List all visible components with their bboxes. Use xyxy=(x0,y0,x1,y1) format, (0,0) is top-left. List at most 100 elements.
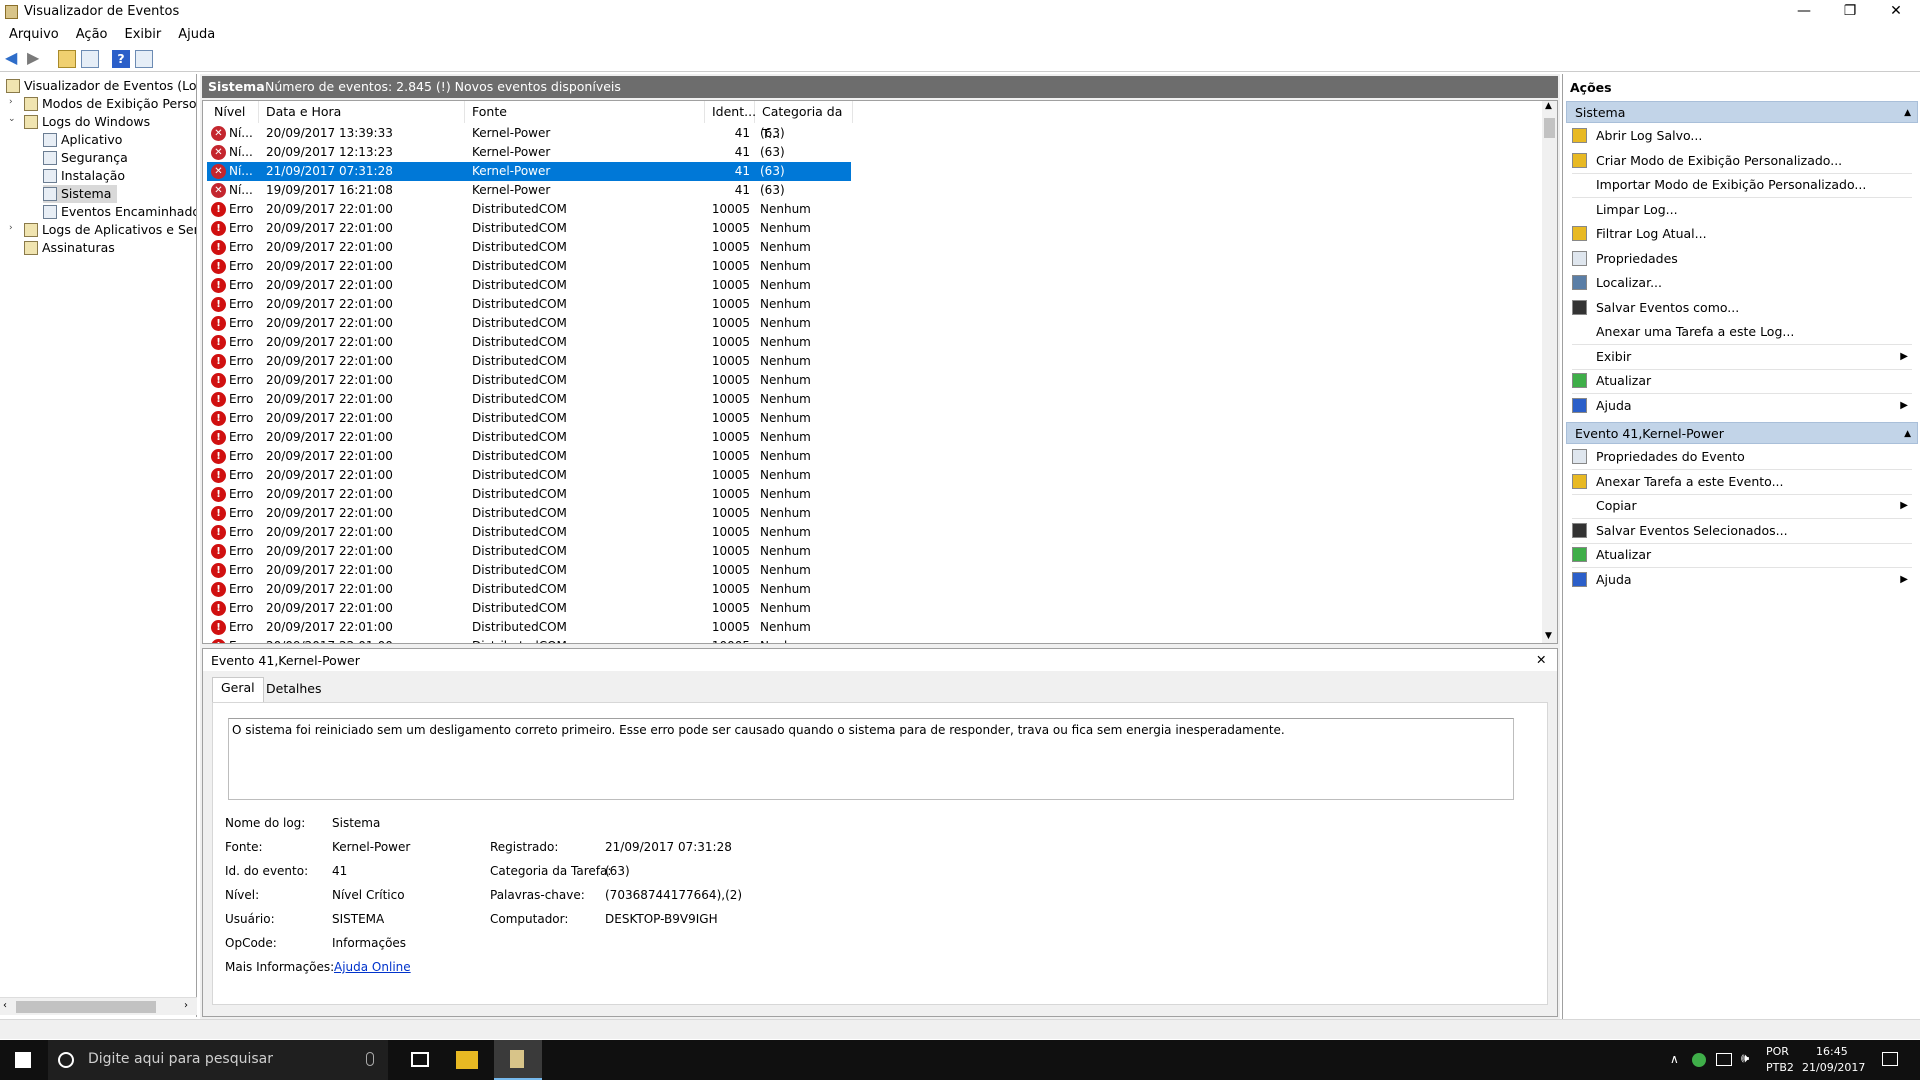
action-propriedades-do-evento[interactable]: Propriedades do Evento xyxy=(1572,446,1912,468)
computer-value[interactable]: DESKTOP-B9V9IGH xyxy=(605,912,718,926)
event-message-box[interactable]: O sistema foi reiniciado sem um desligam… xyxy=(228,718,1514,800)
keywords-value[interactable]: (70368744177664),(2) xyxy=(605,888,742,902)
tree-windows-logs[interactable]: Logs do Windows xyxy=(24,113,150,131)
tree-log-aplicativo[interactable]: Aplicativo xyxy=(43,131,122,149)
clock-date[interactable]: 21/09/2017 xyxy=(1802,1061,1865,1074)
tree-forwarded-events[interactable]: Eventos Encaminhados xyxy=(43,203,196,221)
event-row[interactable]: !Erro 20/09/2017 22:01:00 DistributedCOM 10… xyxy=(203,200,1543,219)
online-help-link[interactable]: Ajuda Online xyxy=(334,960,411,974)
scroll-up-icon[interactable]: ▲ xyxy=(1545,101,1552,111)
event-row[interactable]: !Erro 20/09/2017 22:01:00 DistributedCOM 10… xyxy=(203,371,1543,390)
task-category-value[interactable]: (63) xyxy=(605,864,630,878)
event-row[interactable]: !Erro 20/09/2017 22:01:00 DistributedCOM 10… xyxy=(203,485,1543,504)
network-icon[interactable] xyxy=(1716,1053,1732,1066)
detail-close-icon[interactable]: ✕ xyxy=(1536,652,1546,667)
column-header-level[interactable]: Nível xyxy=(207,101,259,123)
event-row[interactable]: !Erro 20/09/2017 22:01:00 DistributedCOM 10… xyxy=(203,523,1543,542)
scroll-left-icon[interactable]: ‹ xyxy=(3,1000,7,1011)
action-exibir[interactable]: Exibir ▶ xyxy=(1572,346,1912,368)
event-row[interactable]: !Erro 20/09/2017 22:01:00 DistributedCOM 10… xyxy=(203,466,1543,485)
event-row[interactable]: !Erro 20/09/2017 22:01:00 DistributedCOM 10… xyxy=(203,580,1543,599)
event-row[interactable]: !Erro 20/09/2017 22:01:00 DistributedCOM 10… xyxy=(203,618,1543,637)
column-header-source[interactable]: Fonte xyxy=(465,101,705,123)
action-limpar-log[interactable]: Limpar Log... xyxy=(1572,199,1912,221)
scroll-right-icon[interactable]: › xyxy=(184,1000,188,1011)
actions-section-sistema[interactable]: Sistema ▲ xyxy=(1566,101,1918,123)
clock-time[interactable]: 16:45 xyxy=(1816,1045,1848,1058)
tree-subscriptions[interactable]: Assinaturas xyxy=(24,239,115,257)
taskbar-search-box[interactable]: Digite aqui para pesquisar xyxy=(48,1040,388,1080)
logged-value[interactable]: 21/09/2017 07:31:28 xyxy=(605,840,732,854)
help-icon[interactable]: ? xyxy=(112,50,130,68)
action-salvar-eventos-como[interactable]: Salvar Eventos como... xyxy=(1572,297,1912,319)
event-viewer-taskbar-button[interactable] xyxy=(494,1040,542,1080)
collapse-section-icon[interactable]: ▲ xyxy=(1904,423,1911,445)
maximize-button[interactable]: ❐ xyxy=(1827,0,1873,24)
action-center-icon[interactable] xyxy=(1882,1052,1898,1066)
event-row[interactable]: ✕ Ní... 20/09/2017 12:13:23 Kernel-Power 41 (… xyxy=(203,143,1543,162)
close-button[interactable]: ✕ xyxy=(1873,0,1919,24)
keyboard-layout[interactable]: PTB2 xyxy=(1766,1061,1794,1074)
menu-arquivo[interactable]: Arquivo xyxy=(0,24,67,42)
action-ajuda[interactable]: Ajuda ▶ xyxy=(1572,569,1912,591)
event-row[interactable]: !Erro 20/09/2017 22:01:00 DistributedCOM 10… xyxy=(203,276,1543,295)
expand-arrow-icon[interactable]: › xyxy=(9,223,13,233)
level-value[interactable]: Nível Crítico xyxy=(332,888,405,902)
tree-log-instalacao[interactable]: Instalação xyxy=(43,167,125,185)
events-vertical-scrollbar[interactable]: ▲ ▼ xyxy=(1542,101,1557,643)
event-row[interactable]: !Erro 20/09/2017 22:01:00 DistributedCOM 10… xyxy=(203,295,1543,314)
action-localizar[interactable]: Localizar... xyxy=(1572,272,1912,294)
language-code[interactable]: POR xyxy=(1766,1045,1789,1058)
action-propriedades[interactable]: Propriedades xyxy=(1572,248,1912,270)
action-filtrar-log-atual[interactable]: Filtrar Log Atual... xyxy=(1572,223,1912,245)
events-scroll-thumb[interactable] xyxy=(1544,118,1555,138)
action-anexar-uma-tarefa-a-este-log[interactable]: Anexar uma Tarefa a este Log... xyxy=(1572,321,1912,343)
event-row[interactable]: !Erro 20/09/2017 22:01:00 DistributedCOM 10… xyxy=(203,599,1543,618)
tab-geral[interactable]: Geral xyxy=(212,677,264,702)
action-anexar-tarefa-a-este-evento[interactable]: Anexar Tarefa a este Evento... xyxy=(1572,471,1912,493)
tree-app-services-logs[interactable]: Logs de Aplicativos e Serviço xyxy=(24,221,196,239)
expand-arrow-icon[interactable]: › xyxy=(9,97,13,107)
tree-root[interactable]: Visualizador de Eventos (Local) xyxy=(6,77,196,95)
event-id-value[interactable]: 41 xyxy=(332,864,347,878)
tree-scroll-thumb[interactable] xyxy=(16,1001,156,1013)
file-explorer-icon[interactable] xyxy=(456,1051,478,1069)
tree-log-sistema[interactable]: Sistema xyxy=(43,185,118,203)
forward-arrow-icon[interactable]: ▶ xyxy=(27,50,45,68)
menu-exibir[interactable]: Exibir xyxy=(116,24,170,42)
event-row[interactable]: ✕ Ní... 21/09/2017 07:31:28 Kernel-Power 41 (… xyxy=(203,162,1543,181)
menu-acao[interactable]: Ação xyxy=(67,24,116,42)
collapse-arrow-icon[interactable]: ⌄ xyxy=(8,114,16,124)
event-row[interactable]: !Erro 20/09/2017 22:01:00 DistributedCOM 10… xyxy=(203,561,1543,580)
action-salvar-eventos-selecionados[interactable]: Salvar Eventos Selecionados... xyxy=(1572,520,1912,542)
action-pane-icon[interactable] xyxy=(135,50,153,68)
back-arrow-icon[interactable]: ◀ xyxy=(5,50,23,68)
task-view-icon[interactable] xyxy=(411,1052,429,1067)
console-tree-icon[interactable] xyxy=(81,50,99,68)
tab-detalhes[interactable]: Detalhes xyxy=(258,679,329,701)
event-row[interactable]: !Erro 20/09/2017 22:01:00 DistributedCOM 10… xyxy=(203,333,1543,352)
user-value[interactable]: SISTEMA xyxy=(332,912,384,926)
event-row[interactable]: !Erro 20/09/2017 22:01:00 DistributedCOM 10… xyxy=(203,352,1543,371)
action-abrir-log-salvo[interactable]: Abrir Log Salvo... xyxy=(1572,125,1912,147)
action-atualizar[interactable]: Atualizar xyxy=(1572,544,1912,566)
action-importar-modo-de-exibi-o-personalizado[interactable]: Importar Modo de Exibição Personalizado.… xyxy=(1572,174,1912,196)
log-name-value[interactable]: Sistema xyxy=(332,816,380,830)
event-row[interactable]: !Erro 20/09/2017 22:01:00 DistributedCOM 10… xyxy=(203,504,1543,523)
tray-app-icon[interactable] xyxy=(1692,1053,1706,1067)
column-header-date[interactable]: Data e Hora xyxy=(259,101,465,123)
event-row[interactable]: !Erro 20/09/2017 22:01:00 DistributedCOM 10… xyxy=(203,238,1543,257)
minimize-button[interactable]: — xyxy=(1781,0,1827,24)
action-ajuda[interactable]: Ajuda ▶ xyxy=(1572,395,1912,417)
action-atualizar[interactable]: Atualizar xyxy=(1572,370,1912,392)
scroll-down-icon[interactable]: ▼ xyxy=(1545,631,1552,641)
collapse-section-icon[interactable]: ▲ xyxy=(1904,102,1911,124)
event-row[interactable]: !Erro 20/09/2017 22:01:00 DistributedCOM 10… xyxy=(203,314,1543,333)
action-copiar[interactable]: Copiar ▶ xyxy=(1572,495,1912,517)
actions-section-event[interactable]: Evento 41,Kernel-Power ▲ xyxy=(1566,422,1918,444)
microphone-icon[interactable] xyxy=(366,1052,374,1066)
show-hidden-icons-icon[interactable]: ∧ xyxy=(1670,1052,1679,1066)
event-row[interactable]: ✕ Ní... 19/09/2017 16:21:08 Kernel-Power 41 (… xyxy=(203,181,1543,200)
volume-icon[interactable]: 🕪 xyxy=(1741,1051,1749,1066)
opcode-value[interactable]: Informações xyxy=(332,936,406,950)
